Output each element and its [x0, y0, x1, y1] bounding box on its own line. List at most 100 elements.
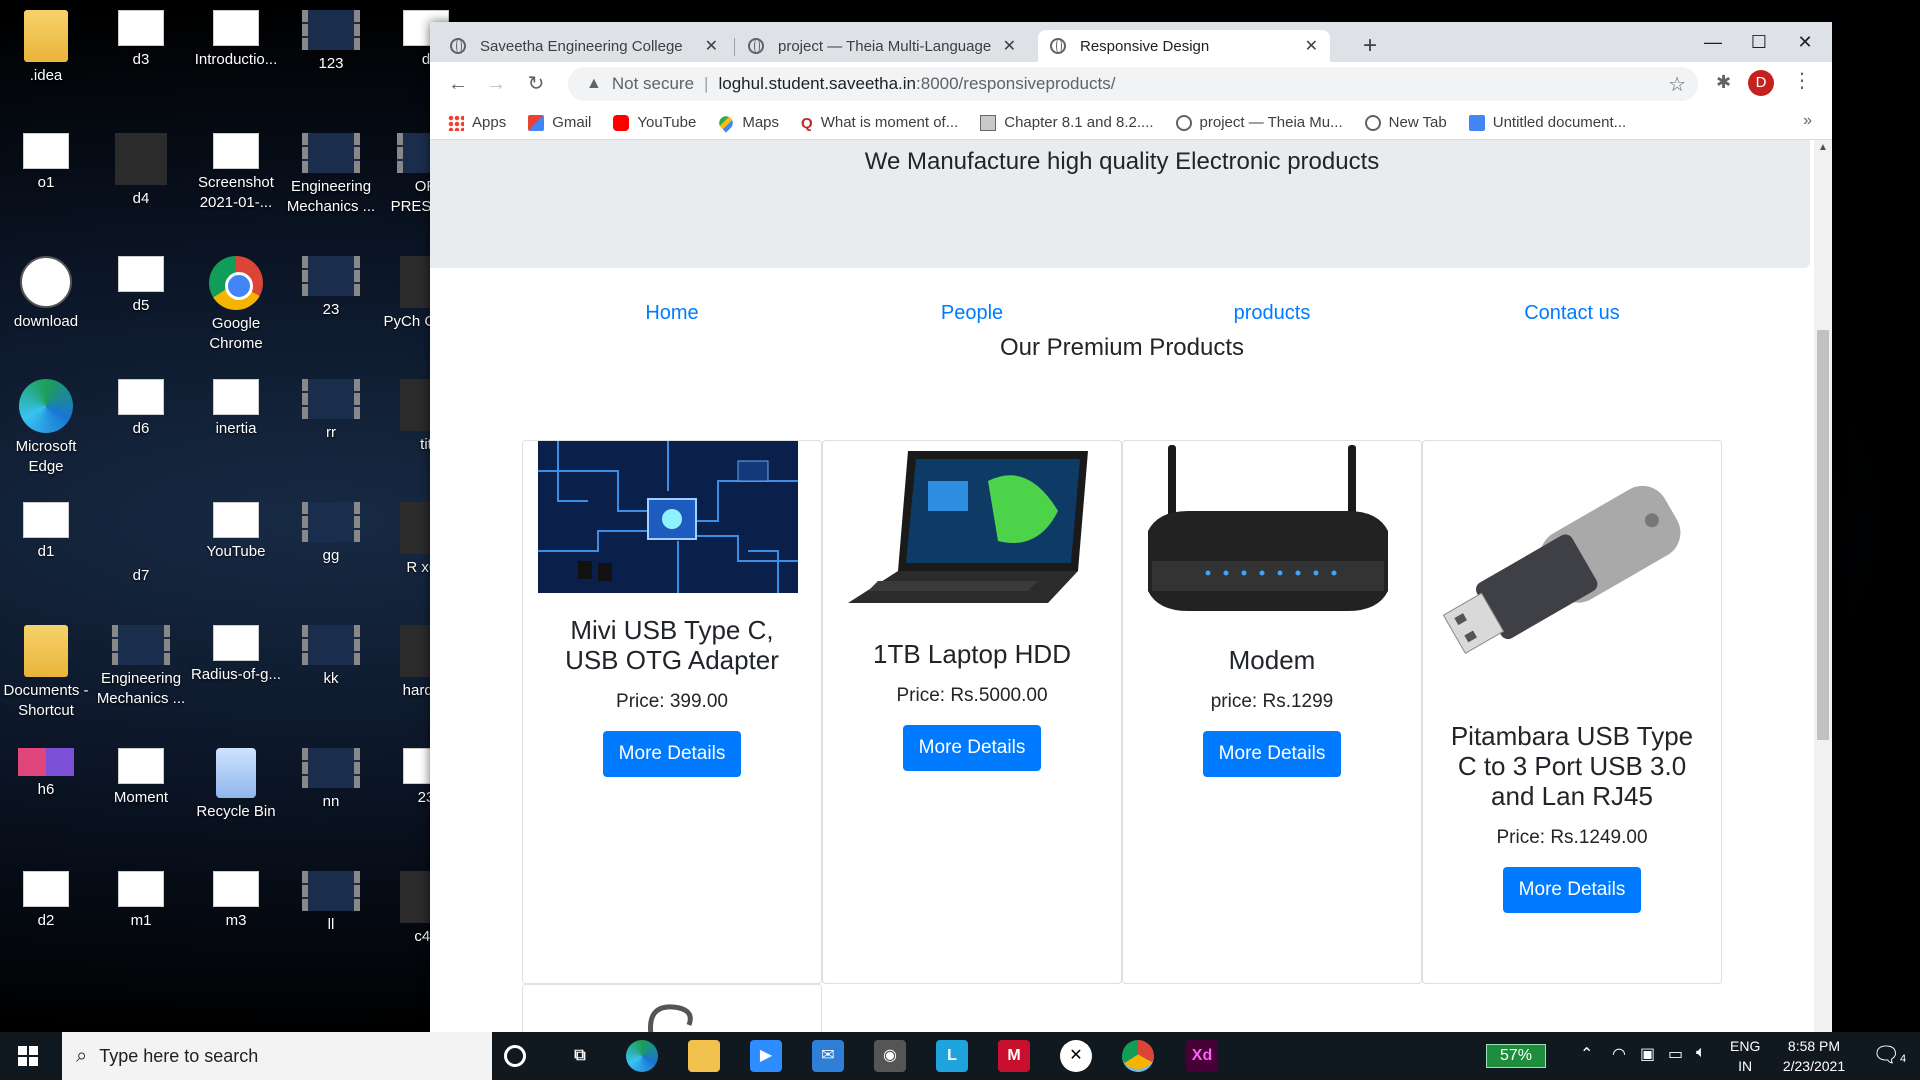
- volume-icon[interactable]: 🔈︎: [1696, 1044, 1706, 1062]
- more-details-button[interactable]: More Details: [902, 725, 1042, 771]
- desktop-icon[interactable]: kk: [285, 625, 377, 689]
- desktop-icon[interactable]: Microsoft Edge: [0, 379, 92, 477]
- desktop-icon[interactable]: d4: [95, 133, 187, 209]
- tab-saveetha[interactable]: Saveetha Engineering College ✕: [438, 30, 730, 62]
- desktop-icon[interactable]: Introductio...: [190, 10, 282, 70]
- battery-icon[interactable]: ▭: [1668, 1044, 1683, 1064]
- desktop-icon[interactable]: h6: [0, 748, 92, 800]
- profile-avatar[interactable]: D: [1748, 70, 1774, 96]
- desktop-icon[interactable]: m1: [95, 871, 187, 931]
- bookmark-quora[interactable]: Q What is moment of...: [801, 114, 958, 132]
- desktop-icon[interactable]: Screenshot 2021-01-...: [190, 133, 282, 213]
- address-bar[interactable]: ▲ Not secure | loghul.student.saveetha.i…: [568, 67, 1698, 101]
- tab-responsive-design[interactable]: Responsive Design ✕: [1038, 30, 1330, 62]
- mail-icon[interactable]: ✉: [812, 1040, 844, 1072]
- desktop-icon[interactable]: .idea: [0, 10, 92, 86]
- desktop-icon[interactable]: Documents - Shortcut: [0, 625, 92, 721]
- menu-icon[interactable]: ⋮: [1792, 68, 1812, 93]
- minimize-button[interactable]: —: [1690, 28, 1736, 56]
- back-icon[interactable]: ←: [444, 70, 472, 98]
- bookmark-star-icon[interactable]: ☆: [1668, 72, 1686, 97]
- nav-home[interactable]: Home: [522, 302, 822, 325]
- extensions-icon[interactable]: ✱: [1716, 72, 1731, 93]
- desktop-icon[interactable]: Radius-of-g...: [190, 625, 282, 685]
- desktop-icon[interactable]: m3: [190, 871, 282, 931]
- desktop-icon[interactable]: 123: [285, 10, 377, 74]
- circle-icon: [20, 256, 72, 308]
- desktop-icon[interactable]: Recycle Bin: [190, 748, 282, 822]
- desktop-icon[interactable]: d2: [0, 871, 92, 931]
- bookmarks-overflow-icon[interactable]: »: [1803, 112, 1812, 130]
- battery-indicator[interactable]: 57%: [1486, 1044, 1546, 1068]
- close-icon[interactable]: ✕: [1003, 36, 1016, 56]
- desktop-icon[interactable]: Google Chrome: [190, 256, 282, 354]
- close-icon[interactable]: ✕: [705, 36, 718, 56]
- close-icon[interactable]: ✕: [1305, 36, 1318, 56]
- nav-products[interactable]: products: [1122, 302, 1422, 325]
- more-details-button[interactable]: More Details: [1202, 731, 1342, 777]
- desktop-icon[interactable]: d5: [95, 256, 187, 316]
- desktop-icon[interactable]: download: [0, 256, 92, 332]
- bookmark-apps[interactable]: Apps: [448, 114, 506, 131]
- scrollbar-thumb[interactable]: [1817, 330, 1829, 740]
- desktop-icon[interactable]: YouTube: [190, 502, 282, 562]
- close-window-button[interactable]: ✕: [1782, 28, 1828, 56]
- xbox-icon[interactable]: ✕: [1060, 1040, 1092, 1072]
- desktop-icon[interactable]: d7: [95, 502, 187, 586]
- nav-contact[interactable]: Contact us: [1422, 302, 1722, 325]
- app-l-icon[interactable]: L: [936, 1040, 968, 1072]
- desktop-icon[interactable]: d1: [0, 502, 92, 562]
- language-indicator[interactable]: ENG IN: [1730, 1036, 1760, 1076]
- maximize-button[interactable]: ☐: [1736, 28, 1782, 56]
- bookmark-untitled-doc[interactable]: Untitled document...: [1468, 114, 1626, 131]
- desktop-icon[interactable]: Moment: [95, 748, 187, 808]
- scroll-up-icon[interactable]: ▲: [1818, 142, 1828, 153]
- desktop-icon[interactable]: d3: [95, 10, 187, 70]
- doc-icon: [213, 502, 259, 538]
- edge-icon[interactable]: [626, 1040, 658, 1072]
- reload-icon[interactable]: ↻: [522, 70, 550, 98]
- more-details-button[interactable]: More Details: [602, 731, 742, 777]
- wifi-icon[interactable]: ◠: [1612, 1044, 1626, 1064]
- folder-icon: [24, 10, 68, 62]
- desktop-icon[interactable]: Engineering Mechanics ...: [95, 625, 187, 709]
- chrome-icon[interactable]: [1122, 1040, 1154, 1072]
- adobe-xd-icon[interactable]: Xd: [1186, 1040, 1218, 1072]
- cortana-icon[interactable]: [504, 1045, 526, 1067]
- bookmark-chapter[interactable]: Chapter 8.1 and 8.2....: [980, 114, 1154, 131]
- page-scrollbar[interactable]: ▲: [1814, 140, 1832, 1032]
- zoom-icon[interactable]: ▶: [750, 1040, 782, 1072]
- tab-theia[interactable]: project — Theia Multi-Language ✕: [736, 30, 1028, 62]
- usb-drive-image: [1438, 441, 1698, 701]
- mcafee-icon[interactable]: M: [998, 1040, 1030, 1072]
- bookmark-youtube[interactable]: YouTube: [613, 114, 696, 131]
- file-explorer-icon[interactable]: [688, 1040, 720, 1072]
- forward-icon[interactable]: →: [482, 70, 510, 98]
- taskbar-search-input[interactable]: ⌕ Type here to search: [62, 1032, 492, 1080]
- desktop-icon[interactable]: d6: [95, 379, 187, 439]
- desktop-icon[interactable]: gg: [285, 502, 377, 566]
- desktop-icon[interactable]: o1: [0, 133, 92, 193]
- device-icon[interactable]: ▣: [1640, 1044, 1655, 1064]
- film-icon: [302, 502, 360, 542]
- bookmark-new-tab[interactable]: New Tab: [1364, 114, 1447, 131]
- desktop-icon[interactable]: inertia: [190, 379, 282, 439]
- windows-start-icon[interactable]: [18, 1046, 38, 1066]
- bookmark-theia[interactable]: project — Theia Mu...: [1175, 114, 1343, 131]
- bookmark-maps[interactable]: Maps: [716, 112, 779, 133]
- desktop-icon[interactable]: 23: [285, 256, 377, 320]
- notifications-icon[interactable]: 🗨︎4: [1872, 1042, 1906, 1068]
- camera-icon[interactable]: ◉: [874, 1040, 906, 1072]
- more-details-button[interactable]: More Details: [1502, 867, 1642, 913]
- task-view-icon[interactable]: ⧉: [564, 1040, 596, 1072]
- desktop-icon[interactable]: nn: [285, 748, 377, 812]
- bookmark-gmail[interactable]: Gmail: [528, 114, 591, 131]
- chevron-up-icon[interactable]: ⌃: [1580, 1044, 1593, 1064]
- desktop-icon[interactable]: Engineering Mechanics ...: [285, 133, 377, 217]
- desktop-icon[interactable]: rr: [285, 379, 377, 443]
- doc-icon: [23, 502, 69, 538]
- clock[interactable]: 8:58 PM 2/23/2021: [1774, 1036, 1854, 1076]
- desktop-icon[interactable]: ll: [285, 871, 377, 935]
- new-tab-button[interactable]: +: [1356, 32, 1384, 60]
- nav-people[interactable]: People: [822, 302, 1122, 325]
